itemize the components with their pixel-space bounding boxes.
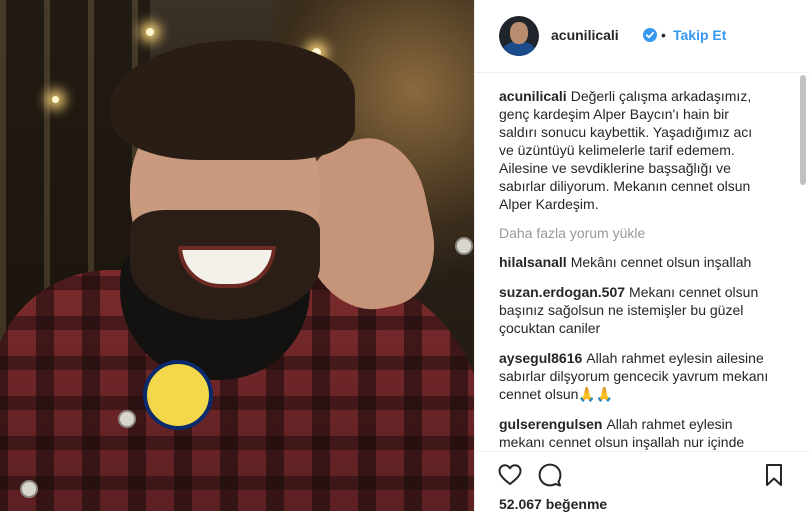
comment-author-link[interactable]: hilalsanall [499,254,567,270]
separator-dot: • [661,27,666,43]
bookmark-icon[interactable] [761,462,787,488]
avatar-face [510,22,528,44]
instagram-post: acunilicali • Takip Et acunilicali Değerl… [0,0,809,512]
comments-list[interactable]: acunilicali Değerli çalışma arkadaşımız, … [475,73,795,451]
comment-item: hilalsanall Mekânı cennet olsun inşallah [499,253,769,271]
caption: acunilicali Değerli çalışma arkadaşımız, … [499,87,769,213]
post-header: acunilicali • Takip Et [475,0,809,73]
comment-author-link[interactable]: aysegul8616 [499,350,582,366]
post-actions: 52.067 beğenme [475,451,809,512]
shirt-button [455,237,473,255]
username-link[interactable]: acunilicali [551,27,619,43]
post-photo[interactable] [0,0,474,511]
heart-icon[interactable] [497,462,523,488]
follow-button[interactable]: Takip Et [673,27,726,43]
shirt-button [118,410,136,428]
caption-author-link[interactable]: acunilicali [499,88,567,104]
likes-count[interactable]: 52.067 beğenme [499,496,607,512]
ceiling-lamp [146,28,154,36]
caption-text: Değerli çalışma arkadaşımız, genç kardeş… [499,88,753,212]
load-more-comments-link[interactable]: Daha fazla yorum yükle [499,225,795,241]
comment-icon[interactable] [537,462,563,488]
ceiling-lamp [52,96,59,103]
comment-text: Mekânı cennet olsun inşallah [570,254,752,270]
comment-item: aysegul8616 Allah rahmet eylesin ailesine… [499,349,769,403]
team-badge [143,360,213,430]
post-side-panel: acunilicali • Takip Et acunilicali Değerl… [474,0,809,512]
scrollbar-thumb[interactable] [800,75,806,185]
profile-avatar[interactable] [499,16,539,56]
avatar-body [503,42,535,56]
comment-item: suzan.erdogan.507 Mekanı cennet olsun baş… [499,283,769,337]
comment-author-link[interactable]: gulserengulsen [499,416,602,432]
verified-badge-icon [643,28,657,42]
comments-scrollbar[interactable] [797,73,809,451]
shirt-button [20,480,38,498]
comment-author-link[interactable]: suzan.erdogan.507 [499,284,625,300]
comment-item: gulserengulsen Allah rahmet eylesin mekan… [499,415,769,451]
